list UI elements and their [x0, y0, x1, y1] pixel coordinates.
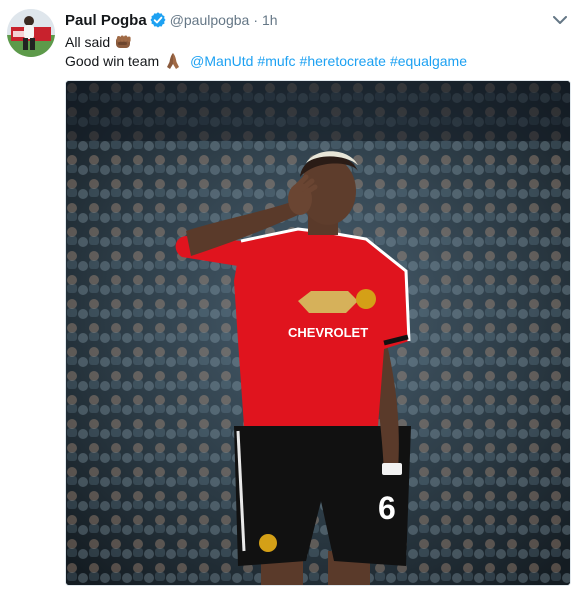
tweet-photo[interactable]: 6 CHEVROLET	[65, 80, 571, 586]
timestamp[interactable]: 1h	[262, 12, 278, 28]
mention-manutd[interactable]: @ManUtd	[190, 53, 253, 69]
author-handle[interactable]: @paulpogba	[170, 12, 250, 28]
tweet-header: Paul Pogba @paulpogba · 1h	[65, 10, 278, 30]
chevron-down-icon[interactable]	[552, 14, 568, 26]
avatar[interactable]	[7, 9, 55, 57]
shirt-sponsor: CHEVROLET	[288, 325, 368, 340]
tweet-card[interactable]: Paul Pogba @paulpogba · 1h All said Good…	[0, 0, 577, 593]
hashtag-equalgame[interactable]: #equalgame	[390, 53, 467, 69]
tweet-text-line-2: Good win team @ManUtd #mufc #heretocreat…	[65, 52, 467, 70]
avatar-image	[7, 9, 55, 57]
separator-dot: ·	[253, 12, 258, 28]
author-name[interactable]: Paul Pogba	[65, 12, 147, 29]
tweet-text-line-1: All said	[65, 33, 133, 51]
fist-emoji-icon	[115, 34, 133, 50]
jersey-number: 6	[378, 490, 396, 526]
hashtag-heretocreate[interactable]: #heretocreate	[300, 53, 386, 69]
verified-badge-icon	[150, 12, 166, 28]
tweet-text: All said	[65, 34, 111, 50]
tweet-text-2: Good win team	[65, 53, 160, 69]
praying-hands-emoji-icon	[164, 52, 182, 70]
hashtag-mufc[interactable]: #mufc	[257, 53, 295, 69]
photo-player-celebrating: 6 CHEVROLET	[66, 81, 570, 585]
